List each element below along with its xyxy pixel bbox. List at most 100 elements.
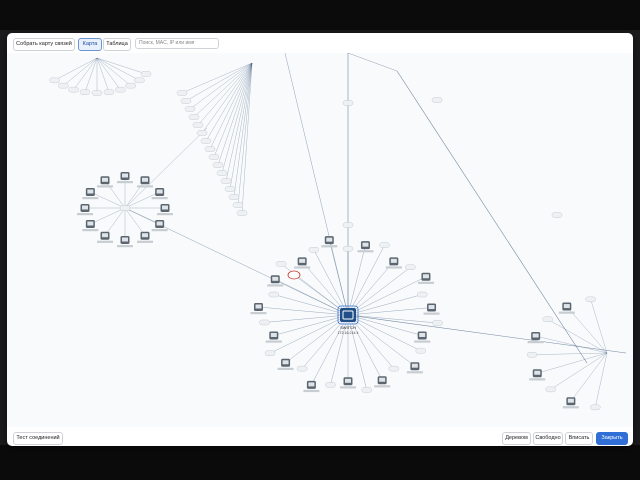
center-port-node[interactable]: [405, 264, 416, 270]
device-screen-icon: [419, 332, 426, 337]
fan-port-node[interactable]: [176, 90, 188, 96]
center-port-node[interactable]: [275, 261, 287, 267]
trunk-port-node[interactable]: [551, 212, 563, 218]
right-port-node[interactable]: [542, 316, 553, 322]
cluster-hub-node[interactable]: [119, 205, 131, 211]
center-link-edge: [313, 249, 349, 316]
center-port-node[interactable]: [342, 245, 354, 252]
arc-port-node[interactable]: [140, 71, 152, 77]
fan-port-node[interactable]: [216, 170, 228, 176]
device-caption-placeholder: [414, 340, 431, 343]
center-port-node[interactable]: [308, 247, 320, 253]
tree-layout-button[interactable]: Деревом: [502, 432, 531, 445]
background-top-bar: [0, 0, 640, 30]
center-port-node[interactable]: [432, 320, 443, 326]
trunk-port-node[interactable]: [342, 100, 354, 106]
build-map-button[interactable]: Собрать карту связей: [13, 38, 75, 51]
right-port-node[interactable]: [585, 296, 596, 303]
arc-port-node[interactable]: [125, 82, 136, 89]
device-screen-icon: [87, 221, 94, 226]
device-screen-icon: [326, 237, 333, 242]
arc-port-node[interactable]: [91, 90, 103, 96]
fan-port-node[interactable]: [208, 154, 220, 160]
fan-port-node[interactable]: [184, 106, 196, 112]
dialog-toolbar: Собрать карту связей Карта Таблица Поиск…: [7, 33, 633, 53]
center-port-node[interactable]: [268, 291, 280, 298]
fan-edge: [181, 62, 253, 94]
device-screen-icon: [428, 305, 435, 310]
right-cluster-edge: [537, 352, 608, 374]
device-screen-icon: [567, 398, 574, 403]
alert-node[interactable]: [287, 270, 301, 280]
center-port-node[interactable]: [296, 365, 308, 372]
center-link-edge: [269, 314, 349, 354]
fan-port-node[interactable]: [228, 194, 240, 200]
fan-port-node[interactable]: [196, 130, 208, 136]
device-caption-placeholder: [265, 340, 282, 343]
fan-port-node[interactable]: [236, 210, 248, 216]
arc-port-node[interactable]: [58, 82, 69, 89]
device-caption-placeholder: [417, 281, 434, 284]
network-map-canvas[interactable]: SWITCH 172.16.214.4: [7, 53, 633, 427]
device-caption-placeholder: [137, 185, 153, 188]
trunk-port-node[interactable]: [342, 222, 354, 228]
trunk-port-node[interactable]: [431, 97, 443, 103]
arc-port-node[interactable]: [103, 89, 115, 95]
fan-edge: [185, 62, 253, 102]
arc-port-node[interactable]: [79, 89, 91, 95]
arc-port-node[interactable]: [134, 77, 145, 84]
tab-map[interactable]: Карта: [78, 38, 102, 51]
center-port-node[interactable]: [415, 348, 426, 354]
center-link-edge: [285, 314, 349, 363]
right-cluster-edge: [532, 352, 608, 355]
cluster-edge: [124, 191, 160, 209]
device-screen-icon: [122, 173, 128, 178]
search-input[interactable]: Поиск, MAC, IP или имя: [135, 38, 219, 49]
fit-view-button[interactable]: Вписать: [565, 432, 593, 445]
tab-table[interactable]: Таблица: [103, 38, 131, 51]
device-screen-icon: [534, 370, 541, 375]
center-device-node[interactable]: SWITCH 172.16.214.4: [338, 308, 359, 335]
fan-port-node[interactable]: [232, 202, 244, 208]
fan-port-node[interactable]: [220, 178, 232, 184]
center-port-node[interactable]: [325, 382, 336, 388]
graph-edges: [54, 53, 627, 408]
fan-port-node[interactable]: [204, 146, 216, 152]
arc-edge: [54, 57, 98, 81]
cluster-edge: [90, 191, 126, 209]
fan-port-node[interactable]: [224, 186, 236, 192]
center-port-node[interactable]: [379, 242, 390, 248]
arc-edge: [96, 57, 131, 86]
center-port-node[interactable]: [416, 291, 428, 298]
arc-edge: [96, 57, 121, 90]
device-screen-icon: [272, 276, 279, 281]
fan-port-node[interactable]: [212, 162, 224, 168]
right-port-node[interactable]: [590, 404, 601, 411]
right-port-node[interactable]: [545, 386, 556, 393]
right-port-node[interactable]: [526, 352, 538, 358]
arc-port-node[interactable]: [115, 86, 126, 93]
cluster-edge: [90, 207, 126, 225]
center-port-node[interactable]: [388, 365, 400, 372]
fan-port-node[interactable]: [200, 138, 212, 144]
device-caption-placeholder: [117, 245, 133, 248]
right-cluster-edge: [550, 352, 608, 390]
close-button[interactable]: Закрыть: [596, 432, 628, 445]
fan-port-node[interactable]: [188, 114, 200, 120]
fan-port-node[interactable]: [180, 98, 192, 104]
fan-edge: [193, 62, 253, 118]
test-connections-button[interactable]: Тест соединений: [13, 432, 63, 445]
arc-port-node[interactable]: [68, 86, 79, 93]
device-caption-placeholder: [357, 250, 374, 253]
device-screen-icon: [255, 304, 262, 309]
device-caption-placeholder: [406, 371, 423, 374]
arc-port-node[interactable]: [49, 77, 60, 84]
center-link-edge: [347, 276, 427, 316]
center-port-node[interactable]: [361, 387, 372, 393]
center-port-node[interactable]: [264, 350, 276, 356]
free-layout-button[interactable]: Свободно: [533, 432, 563, 445]
device-screen-icon: [390, 258, 397, 263]
center-port-node[interactable]: [259, 319, 270, 326]
fan-port-node[interactable]: [192, 122, 204, 128]
device-screen-icon: [345, 378, 351, 383]
